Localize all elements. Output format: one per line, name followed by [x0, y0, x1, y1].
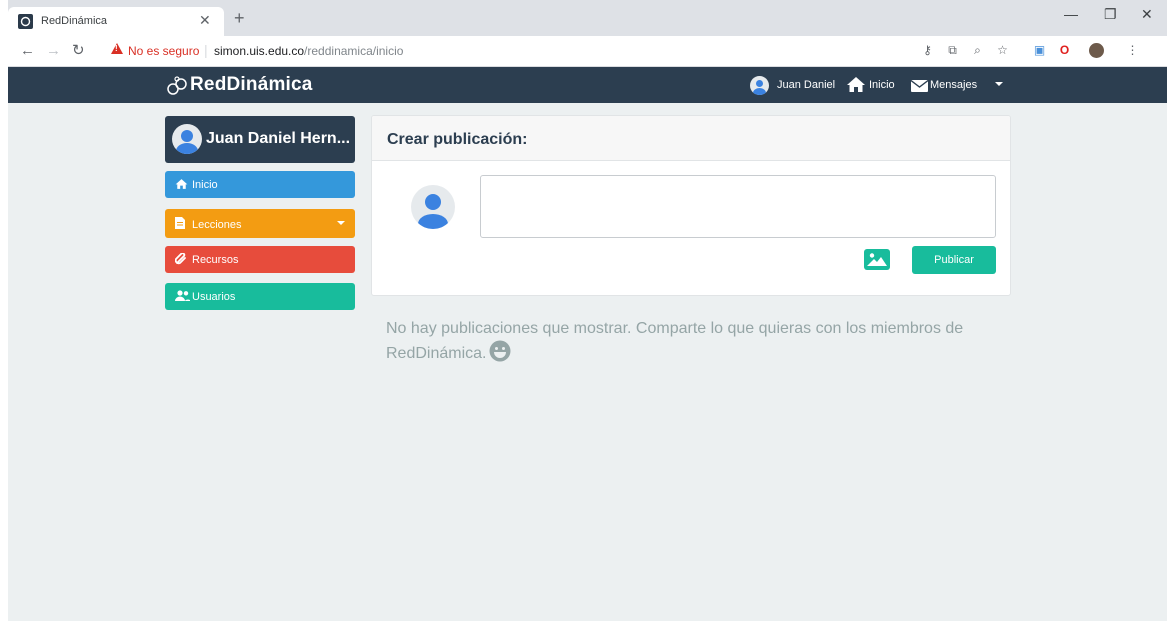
sidebar-item-label: Lecciones — [192, 219, 242, 231]
sidebar-item-label: Inicio — [192, 179, 218, 191]
publish-button[interactable]: Publicar — [912, 246, 996, 274]
tab-strip: RedDinámica ✕ + — ❐ ✕ — [8, 0, 1167, 36]
file-icon — [175, 217, 185, 232]
site-navbar: RedDinámica Juan Daniel Inicio Mensajes — [8, 67, 1167, 103]
nav-inicio-link[interactable]: Inicio — [869, 79, 895, 91]
warning-icon — [111, 43, 123, 54]
forward-icon[interactable]: → — [46, 43, 61, 58]
profile-avatar-icon[interactable] — [1089, 43, 1104, 58]
profile-name: Juan Daniel Hern... — [206, 130, 351, 147]
new-tab-icon[interactable]: + — [234, 9, 245, 27]
favicon-icon — [18, 14, 33, 29]
back-icon[interactable]: ← — [20, 43, 35, 58]
sidebar-item-inicio[interactable]: Inicio — [165, 171, 355, 198]
url-text[interactable]: simon.uis.edu.co/reddinamica/inicio — [214, 44, 403, 58]
sidebar-item-recursos[interactable]: Recursos — [165, 246, 355, 273]
window-close-icon[interactable]: ✕ — [1141, 6, 1153, 23]
tab-close-icon[interactable]: ✕ — [199, 12, 211, 29]
brand-name[interactable]: RedDinámica — [190, 74, 313, 96]
smile-icon — [489, 340, 511, 362]
key-icon[interactable]: ⚷ — [921, 44, 934, 57]
sidebar-profile-card[interactable]: Juan Daniel Hern... — [165, 116, 355, 163]
extension-icon[interactable]: ▣ — [1033, 44, 1046, 57]
create-post-card: Crear publicación: Publicar — [371, 115, 1011, 296]
empty-feed-message: No hay publicaciones que mostrar. Compar… — [386, 318, 1026, 365]
sidebar-item-lecciones[interactable]: Lecciones — [165, 209, 355, 238]
image-upload-icon[interactable] — [864, 249, 890, 270]
translate-icon[interactable]: ⧉ — [946, 44, 959, 57]
tab-title: RedDinámica — [41, 15, 108, 27]
reload-icon[interactable]: ↻ — [72, 43, 85, 58]
brand-logo-icon — [166, 76, 188, 101]
restore-icon[interactable]: ❐ — [1104, 6, 1117, 23]
avatar — [172, 124, 202, 154]
chevron-down-icon — [337, 221, 345, 225]
url-separator: | — [204, 42, 208, 58]
paperclip-icon — [174, 252, 187, 268]
zoom-icon[interactable]: ⌕ — [971, 44, 984, 57]
url-host: simon.uis.edu.co — [214, 44, 305, 58]
mail-icon[interactable] — [910, 79, 929, 97]
nav-mensajes-link[interactable]: Mensajes — [930, 79, 977, 91]
sidebar-item-usuarios[interactable]: Usuarios — [165, 283, 355, 310]
chevron-down-icon[interactable] — [995, 82, 1003, 86]
sidebar-item-label: Usuarios — [192, 291, 236, 303]
nav-user-avatar[interactable] — [750, 76, 769, 95]
browser-window: RedDinámica ✕ + — ❐ ✕ ← → ↻ No es seguro… — [8, 0, 1167, 621]
users-icon — [175, 290, 190, 304]
not-secure-label[interactable]: No es seguro — [128, 44, 199, 58]
address-bar[interactable]: No es seguro | simon.uis.edu.co/reddinam… — [97, 40, 427, 62]
browser-toolbar: ← → ↻ No es seguro | simon.uis.edu.co/re… — [8, 36, 1167, 67]
url-path: /reddinamica/inicio — [304, 44, 404, 58]
sidebar-item-label: Recursos — [192, 254, 239, 266]
opera-icon[interactable]: O — [1058, 44, 1071, 57]
post-textarea[interactable] — [480, 175, 996, 238]
minimize-icon[interactable]: — — [1064, 6, 1078, 22]
page-title: Crear publicación: — [387, 131, 528, 148]
menu-kebab-icon[interactable]: ⋮ — [1126, 44, 1139, 57]
avatar — [411, 185, 455, 229]
browser-tab[interactable]: RedDinámica ✕ — [8, 7, 224, 36]
empty-feed-text: No hay publicaciones que mostrar. Compar… — [386, 320, 964, 362]
bookmark-star-icon[interactable]: ☆ — [996, 44, 1009, 57]
card-header: Crear publicación: — [372, 116, 1010, 161]
home-icon[interactable] — [846, 76, 866, 98]
nav-user-name[interactable]: Juan Daniel — [777, 79, 835, 91]
home-icon — [175, 178, 188, 193]
